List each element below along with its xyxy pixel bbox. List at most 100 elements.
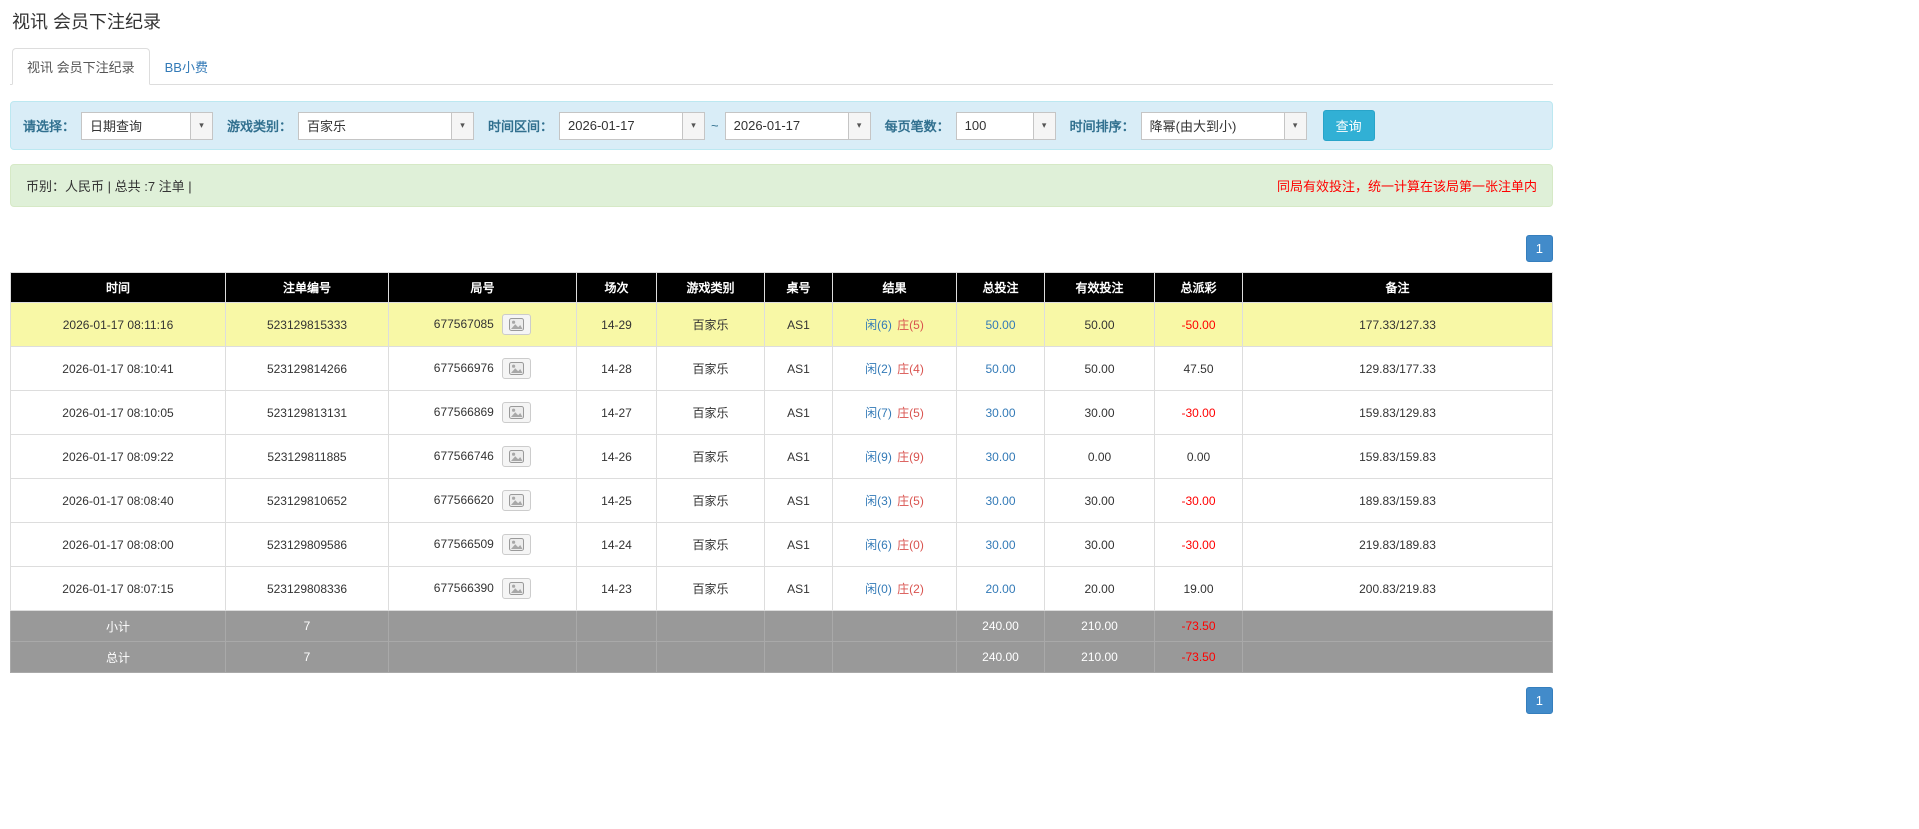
empty-cell (832, 610, 957, 642)
subtotal-payout: -73.50 (1154, 610, 1243, 642)
query-type-select[interactable]: 日期查询 ▾ (81, 111, 214, 140)
search-button[interactable]: 查询 (1322, 110, 1375, 141)
header-total-bet: 总投注 (956, 272, 1045, 303)
round-id-value: 677567085 (433, 316, 494, 331)
total-bet-link[interactable]: 50.00 (985, 318, 1015, 332)
cell-session: 14-24 (576, 522, 657, 567)
tab-bb-tips[interactable]: BB小费 (150, 48, 223, 85)
cell-table-no: AS1 (764, 566, 833, 611)
cell-game-type: 百家乐 (656, 434, 765, 479)
view-round-button[interactable] (502, 533, 532, 556)
total-bet-link[interactable]: 50.00 (985, 362, 1015, 376)
cell-game-type: 百家乐 (656, 522, 765, 567)
cell-payout: -30.00 (1154, 478, 1243, 523)
pagination-top: 1 (10, 235, 1553, 262)
pagination-bottom: 1 (10, 687, 1553, 714)
date-range-label: 时间区间： (488, 119, 554, 134)
sort-select[interactable]: 降幂(由大到小) ▾ (1140, 111, 1307, 140)
player-result: 闲(7) (865, 406, 892, 420)
cell-valid-bet: 30.00 (1044, 522, 1155, 567)
cell-time: 2026-01-17 08:08:00 (10, 522, 226, 567)
cell-note: 177.33/127.33 (1242, 302, 1553, 347)
header-note: 备注 (1242, 272, 1553, 303)
betting-records-table: 时间 注单编号 局号 场次 游戏类别 桌号 结果 总投注 有效投注 总派彩 备注… (10, 272, 1553, 673)
table-row: 2026-01-17 08:09:22 523129811885 6775667… (10, 434, 1553, 479)
banker-result: 庄(2) (897, 582, 924, 596)
cell-result: 闲(6) 庄(5) (832, 302, 957, 347)
round-id-value: 677566869 (433, 404, 494, 419)
table-row: 2026-01-17 08:08:00 523129809586 6775665… (10, 522, 1553, 567)
page-size-select[interactable]: 100 ▾ (955, 111, 1056, 140)
date-separator: ~ (711, 118, 719, 133)
cell-game-type: 百家乐 (656, 566, 765, 611)
summary-bar: 币别：人民币 | 总共 :7 注单 | 同局有效投注，统一计算在该局第一张注单内 (10, 164, 1553, 207)
cell-total-bet: 30.00 (956, 522, 1045, 567)
view-round-button[interactable] (502, 445, 532, 468)
player-result: 闲(9) (865, 450, 892, 464)
view-round-button[interactable] (502, 313, 532, 336)
cell-note: 159.83/159.83 (1242, 434, 1553, 479)
cell-valid-bet: 30.00 (1044, 390, 1155, 435)
cell-round-id: 677566620 (388, 478, 577, 523)
round-id-value: 677566509 (433, 536, 494, 551)
cell-table-no: AS1 (764, 390, 833, 435)
cell-session: 14-28 (576, 346, 657, 391)
video-replay-icon (509, 493, 525, 507)
empty-cell (388, 641, 577, 673)
date-to-picker[interactable]: 2026-01-17 ▾ (724, 111, 871, 140)
chevron-down-icon[interactable]: ▾ (190, 112, 213, 139)
player-result: 闲(0) (865, 582, 892, 596)
chevron-down-icon[interactable]: ▾ (451, 112, 474, 139)
game-type-value: 百家乐 (307, 119, 347, 134)
view-round-button[interactable] (502, 489, 532, 512)
chevron-down-icon[interactable]: ▾ (1032, 112, 1055, 139)
page-1-button[interactable]: 1 (1525, 235, 1553, 262)
cell-result: 闲(9) 庄(9) (832, 434, 957, 479)
total-bet-link[interactable]: 30.00 (985, 538, 1015, 552)
empty-cell (832, 641, 957, 673)
tab-betting-records[interactable]: 视讯 会员下注纪录 (12, 48, 150, 85)
page-1-button[interactable]: 1 (1525, 687, 1553, 714)
grand-total-payout: -73.50 (1154, 641, 1243, 673)
header-bet-id: 注单编号 (225, 272, 389, 303)
view-round-button[interactable] (502, 401, 532, 424)
empty-cell (1242, 641, 1553, 673)
cell-game-type: 百家乐 (656, 478, 765, 523)
view-round-button[interactable] (502, 577, 532, 600)
total-bet-link[interactable]: 30.00 (985, 406, 1015, 420)
view-round-button[interactable] (502, 357, 532, 380)
cell-round-id: 677567085 (388, 302, 577, 347)
header-result: 结果 (832, 272, 957, 303)
cell-game-type: 百家乐 (656, 390, 765, 435)
cell-table-no: AS1 (764, 478, 833, 523)
chevron-down-icon[interactable]: ▾ (847, 112, 870, 139)
empty-cell (764, 641, 833, 673)
page-container: 视讯 会员下注纪录 视讯 会员下注纪录 BB小费 请选择： 日期查询 ▾ 游戏类… (10, 8, 1553, 714)
banker-result: 庄(0) (897, 538, 924, 552)
cell-time: 2026-01-17 08:10:05 (10, 390, 226, 435)
cell-game-type: 百家乐 (656, 302, 765, 347)
game-type-select[interactable]: 百家乐 ▾ (298, 111, 475, 140)
cell-session: 14-25 (576, 478, 657, 523)
total-bet-link[interactable]: 20.00 (985, 582, 1015, 596)
cell-time: 2026-01-17 08:08:40 (10, 478, 226, 523)
video-replay-icon (509, 317, 525, 331)
total-bet-link[interactable]: 30.00 (985, 450, 1015, 464)
cell-valid-bet: 30.00 (1044, 478, 1155, 523)
cell-note: 219.83/189.83 (1242, 522, 1553, 567)
chevron-down-icon[interactable]: ▾ (682, 112, 705, 139)
header-game-type: 游戏类别 (656, 272, 765, 303)
cell-total-bet: 50.00 (956, 302, 1045, 347)
subtotal-row: 小计 7 240.00 210.00 -73.50 (10, 610, 1553, 642)
table-row: 2026-01-17 08:10:41 523129814266 6775669… (10, 346, 1553, 391)
cell-payout: 0.00 (1154, 434, 1243, 479)
date-from-picker[interactable]: 2026-01-17 ▾ (559, 111, 706, 140)
video-replay-icon (509, 361, 525, 375)
chevron-down-icon[interactable]: ▾ (1283, 112, 1306, 139)
grand-total-valid-bet: 210.00 (1044, 641, 1155, 673)
total-bet-link[interactable]: 30.00 (985, 494, 1015, 508)
empty-cell (576, 610, 657, 642)
table-row: 2026-01-17 08:07:15 523129808336 6775663… (10, 566, 1553, 611)
cell-bet-id: 523129810652 (225, 478, 389, 523)
cell-time: 2026-01-17 08:07:15 (10, 566, 226, 611)
